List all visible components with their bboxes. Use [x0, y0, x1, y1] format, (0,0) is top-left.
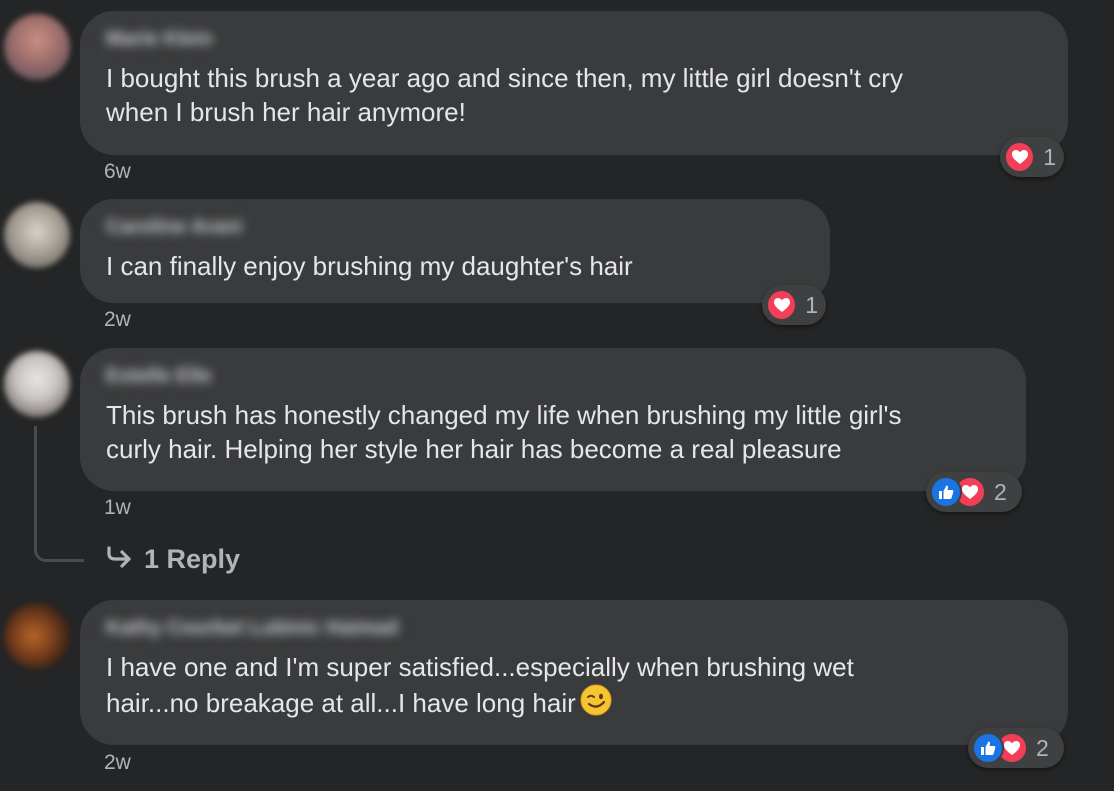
avatar[interactable] [4, 14, 70, 80]
reaction-summary[interactable]: 2 [926, 472, 1022, 512]
reaction-summary[interactable]: 1 [1000, 137, 1064, 177]
comment-text: I can finally enjoy brushing my daughter… [106, 251, 633, 281]
avatar[interactable] [4, 603, 70, 669]
reaction-summary[interactable]: 2 [968, 728, 1064, 768]
comment-text: I bought this brush a year ago and since… [106, 63, 903, 127]
comment-timestamp[interactable]: 6w [104, 160, 131, 184]
avatar[interactable] [4, 202, 70, 268]
reaction-count: 2 [1036, 734, 1049, 761]
heart-icon [1004, 141, 1036, 173]
reaction-count: 1 [1043, 143, 1056, 170]
view-replies-label: 1 Reply [144, 543, 241, 574]
reaction-count: 2 [994, 478, 1007, 505]
reaction-count: 1 [805, 291, 818, 318]
comment-bubble: Marie Klein I bought this brush a year a… [80, 11, 1068, 155]
comment-author[interactable]: Estelle Elle [106, 362, 1000, 390]
heart-icon [766, 289, 798, 321]
comment-author[interactable]: Caroline Arani [106, 213, 804, 241]
reply-thread-line [34, 426, 84, 562]
winking-face-icon [580, 684, 612, 724]
thumbs-up-icon [930, 476, 962, 508]
comment-author[interactable]: Marie Klein [106, 25, 1042, 53]
avatar[interactable] [4, 351, 70, 417]
comment-text: I have one and I'm super satisfied...esp… [106, 650, 1042, 724]
comment-bubble: Kathy Courbet Lubinic Haimad I have one … [80, 600, 1068, 745]
view-replies-button[interactable]: 1 Reply [106, 540, 240, 578]
comment-text: This brush has honestly changed my life … [106, 400, 902, 464]
comment-author[interactable]: Kathy Courbet Lubinic Haimad [106, 614, 1042, 642]
comment-bubble: Estelle Elle This brush has honestly cha… [80, 348, 1026, 491]
comment-timestamp[interactable]: 2w [104, 751, 131, 775]
reply-arrow-icon [106, 545, 134, 574]
thumbs-up-icon [972, 732, 1004, 764]
comment-timestamp[interactable]: 2w [104, 308, 131, 332]
reaction-summary[interactable]: 1 [762, 285, 826, 325]
comment-bubble: Caroline Arani I can finally enjoy brush… [80, 199, 830, 303]
comment-timestamp[interactable]: 1w [104, 496, 131, 520]
